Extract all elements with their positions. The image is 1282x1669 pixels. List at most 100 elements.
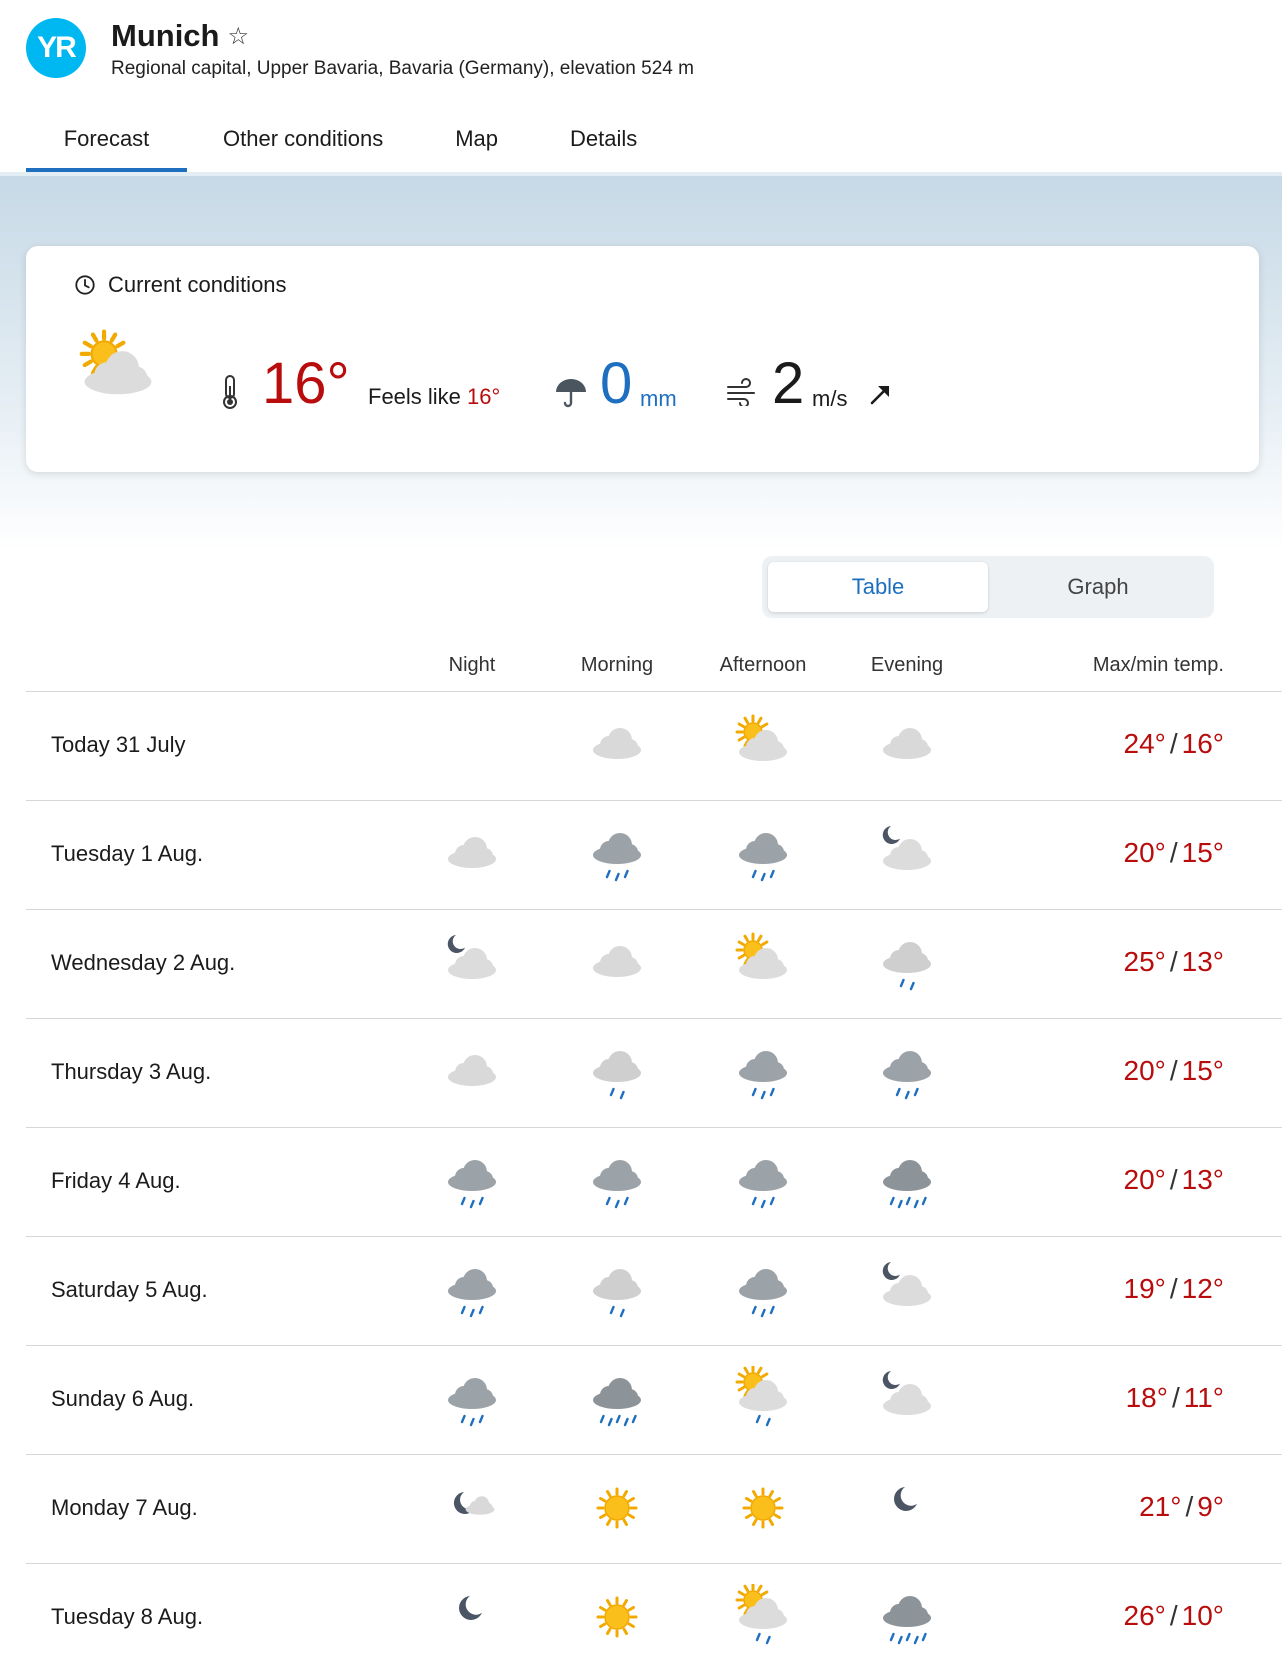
partly-cloudy-night-icon — [442, 930, 502, 996]
tab-map[interactable]: Map — [455, 116, 498, 172]
max-min-temp: 26°/10° — [1124, 1600, 1224, 1632]
cloudy-icon — [442, 821, 502, 887]
site-header: YR Munich ☆ Regional capital, Upper Bava… — [0, 0, 1282, 172]
column-afternoon: Afternoon — [719, 654, 807, 676]
max-temp: 24° — [1123, 728, 1166, 759]
current-conditions-heading: Current conditions — [74, 272, 287, 298]
favorite-star-icon[interactable]: ☆ — [228, 22, 250, 51]
rain-showers-day-icon — [733, 1364, 793, 1432]
light-rain-icon — [877, 930, 937, 996]
temp-separator: / — [1169, 1273, 1178, 1304]
partly-cloudy-day-icon — [733, 712, 793, 778]
temp-separator: / — [1171, 1382, 1180, 1413]
table-view-button[interactable]: Table — [768, 562, 988, 612]
rain-icon — [733, 1148, 793, 1214]
day-label: Wednesday 2 Aug. — [51, 950, 236, 975]
wind-value: 2 — [772, 351, 805, 416]
precipitation-unit: mm — [640, 386, 677, 411]
max-temp: 25° — [1123, 946, 1166, 977]
current-conditions-card[interactable]: Current conditions 16° Feels like 16° 0 … — [26, 246, 1259, 472]
thermometer-icon — [223, 375, 237, 409]
max-min-temp: 18°/11° — [1126, 1382, 1224, 1414]
tab-forecast[interactable]: Forecast — [26, 116, 187, 172]
location-title-row: Munich ☆ — [111, 18, 249, 54]
partly-cloudy-day-icon — [76, 326, 160, 398]
max-temp: 26° — [1123, 1600, 1166, 1631]
wind-unit: m/s — [812, 386, 848, 411]
min-temp: 12° — [1181, 1273, 1224, 1304]
graph-view-button[interactable]: Graph — [988, 562, 1208, 612]
heavy-rain-icon — [587, 1366, 647, 1432]
forecast-table-header: Night Morning Afternoon Evening Max/min … — [26, 650, 1282, 692]
page-title: Munich — [111, 18, 220, 53]
temp-separator: / — [1169, 946, 1178, 977]
max-min-temp: 20°/13° — [1124, 1164, 1224, 1196]
cloudy-icon — [877, 712, 937, 778]
forecast-row[interactable]: Tuesday 1 Aug. 20°/15° — [26, 801, 1282, 910]
max-min-temp: 20°/15° — [1124, 837, 1224, 869]
cloudy-icon — [587, 930, 647, 996]
column-night: Night — [448, 654, 496, 676]
partly-cloudy-night-icon — [877, 1366, 937, 1432]
temp-separator: / — [1169, 728, 1178, 759]
max-min-temp: 20°/15° — [1124, 1055, 1224, 1087]
clear-night-icon — [877, 1475, 937, 1541]
max-temp: 20° — [1123, 1055, 1166, 1086]
forecast-row[interactable]: Today 31 July 24°/16° — [26, 692, 1282, 801]
tab-other-conditions[interactable]: Other conditions — [223, 116, 383, 172]
clock-icon — [75, 275, 95, 295]
partly-cloudy-night-icon — [877, 821, 937, 887]
rain-icon — [733, 1039, 793, 1105]
rain-icon — [877, 1039, 937, 1105]
min-temp: 15° — [1181, 837, 1224, 868]
temp-separator: / — [1169, 1055, 1178, 1086]
forecast-row[interactable]: Monday 7 Aug. 21°/9° — [26, 1455, 1282, 1564]
tab-details[interactable]: Details — [570, 116, 637, 172]
clear-sun-icon — [587, 1475, 647, 1541]
forecast-row[interactable]: Tuesday 8 Aug. 26°/10° — [26, 1564, 1282, 1669]
forecast-row[interactable]: Wednesday 2 Aug. 25°/13° — [26, 910, 1282, 1019]
view-toggle: Table Graph — [762, 556, 1214, 618]
max-temp: 21° — [1139, 1491, 1182, 1522]
day-label: Monday 7 Aug. — [51, 1495, 198, 1520]
temp-separator: / — [1185, 1491, 1194, 1522]
fair-night-icon — [442, 1475, 502, 1541]
max-temp: 18° — [1125, 1382, 1168, 1413]
min-temp: 15° — [1181, 1055, 1224, 1086]
rain-icon — [587, 1148, 647, 1214]
location-subtitle: Regional capital, Upper Bavaria, Bavaria… — [111, 58, 694, 79]
day-label: Sunday 6 Aug. — [51, 1386, 195, 1411]
rain-icon — [733, 821, 793, 887]
main-tabs: Forecast Other conditions Map Details — [26, 116, 637, 172]
forecast-row[interactable]: Saturday 5 Aug. 19°/12° — [26, 1237, 1282, 1346]
max-min-temp: 25°/13° — [1124, 946, 1224, 978]
current-temperature: 16° — [262, 351, 350, 416]
forecast-row[interactable]: Thursday 3 Aug. 20°/15° — [26, 1019, 1282, 1128]
max-min-temp: 21°/9° — [1139, 1491, 1224, 1523]
day-label: Tuesday 1 Aug. — [51, 841, 204, 866]
max-temp: 19° — [1123, 1273, 1166, 1304]
temp-separator: / — [1169, 837, 1178, 868]
partly-cloudy-day-icon — [733, 930, 793, 996]
max-temp: 20° — [1123, 837, 1166, 868]
day-label: Saturday 5 Aug. — [51, 1277, 208, 1302]
max-min-temp: 19°/12° — [1124, 1273, 1224, 1305]
column-morning: Morning — [580, 654, 654, 676]
feels-like: Feels like 16° — [368, 384, 500, 410]
current-conditions-label: Current conditions — [108, 272, 287, 297]
forecast-row[interactable]: Friday 4 Aug. 20°/13° — [26, 1128, 1282, 1237]
min-temp: 11° — [1183, 1382, 1224, 1413]
forecast-table-body: Today 31 July 24°/16° Tuesday 1 Aug. 20°/15… — [26, 692, 1282, 1669]
max-min-temp: 24°/16° — [1124, 728, 1224, 760]
umbrella-icon — [556, 379, 586, 408]
temp-separator: / — [1169, 1164, 1178, 1195]
precipitation-value: 0 — [600, 351, 633, 416]
rain-showers-day-icon — [733, 1582, 793, 1650]
yr-logo[interactable]: YR — [26, 18, 86, 78]
partly-cloudy-night-icon — [877, 1257, 937, 1323]
rain-icon — [733, 1257, 793, 1323]
min-temp: 13° — [1181, 1164, 1224, 1195]
forecast-row[interactable]: Sunday 6 Aug. 18°/11° — [26, 1346, 1282, 1455]
day-label: Thursday 3 Aug. — [51, 1059, 212, 1084]
cloudy-icon — [587, 712, 647, 778]
